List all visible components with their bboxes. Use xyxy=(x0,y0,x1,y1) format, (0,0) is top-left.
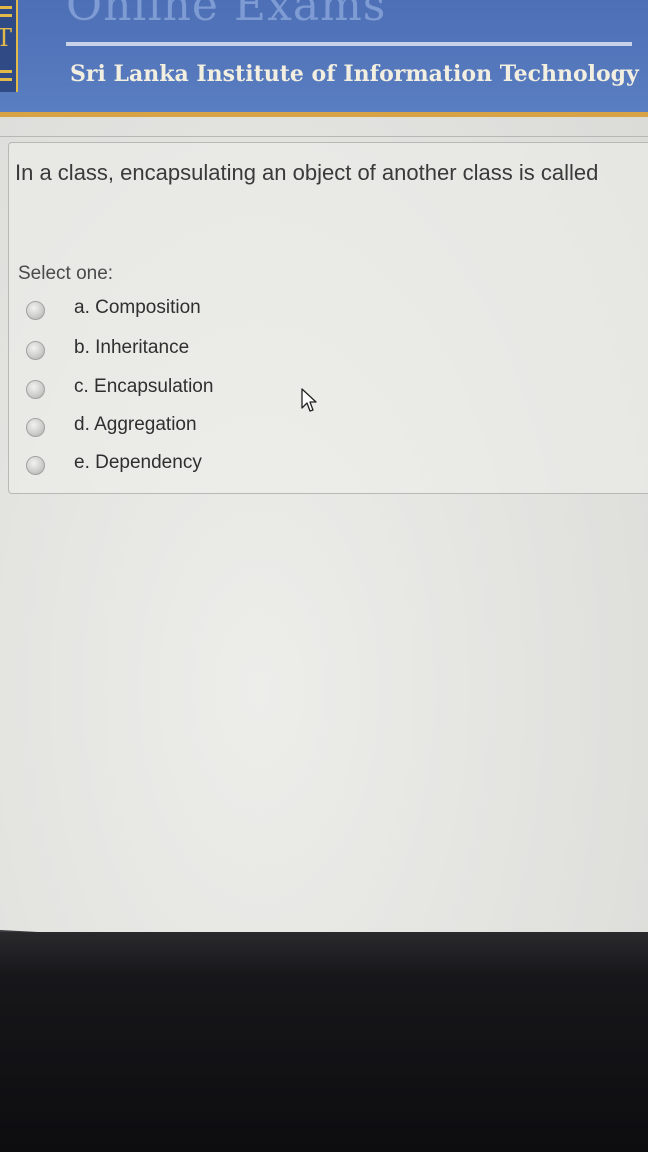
option-label[interactable]: b. Inheritance xyxy=(74,337,189,359)
header-subtitle: Sri Lanka Institute of Information Techn… xyxy=(70,61,639,87)
answer-option-a[interactable]: a. Composition xyxy=(0,297,640,329)
page-header: T Online Exams Sri Lanka Institute of In… xyxy=(0,0,648,112)
option-label[interactable]: c. Encapsulation xyxy=(74,376,213,398)
answer-option-e[interactable]: e. Dependency xyxy=(0,452,640,484)
monitor-bezel xyxy=(0,932,648,1152)
question-text: In a class, encapsulating an object of a… xyxy=(15,160,599,185)
radio-button[interactable] xyxy=(26,341,45,360)
option-label[interactable]: e. Dependency xyxy=(74,452,202,474)
answer-option-d[interactable]: d. Aggregation xyxy=(0,414,640,446)
radio-button[interactable] xyxy=(26,456,45,475)
accent-bar xyxy=(0,112,648,117)
screen: T Online Exams Sri Lanka Institute of In… xyxy=(0,0,648,985)
answer-option-b[interactable]: b. Inheritance xyxy=(0,337,640,369)
radio-button[interactable] xyxy=(26,380,45,399)
header-divider xyxy=(66,42,632,46)
divider xyxy=(0,136,648,137)
select-one-label: Select one: xyxy=(18,263,114,284)
institute-logo: T xyxy=(0,0,18,92)
header-title: Online Exams xyxy=(66,0,387,31)
radio-button[interactable] xyxy=(26,418,45,437)
answer-option-c[interactable]: c. Encapsulation xyxy=(0,376,640,408)
mouse-pointer-icon xyxy=(301,388,317,412)
radio-button[interactable] xyxy=(26,301,45,320)
option-label[interactable]: d. Aggregation xyxy=(74,414,197,436)
option-label[interactable]: a. Composition xyxy=(74,297,201,319)
